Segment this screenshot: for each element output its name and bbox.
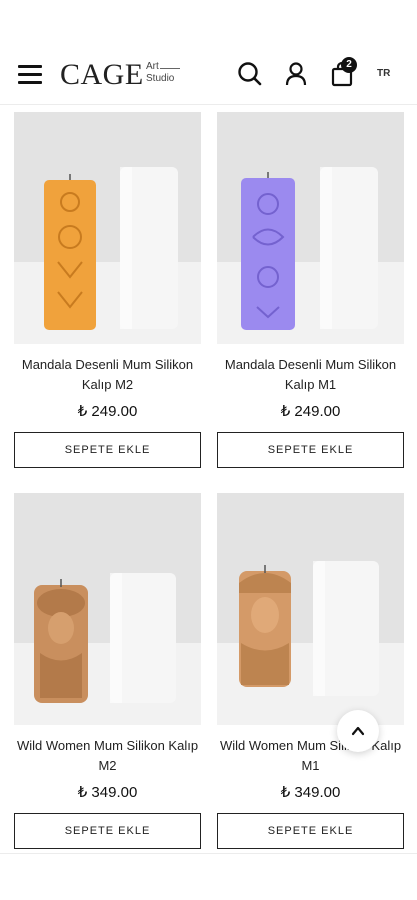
product-title[interactable]: Mandala Desenli Mum Silikon Kalıp M1 (217, 355, 404, 395)
logo-subtext-art: Art (146, 61, 159, 72)
cart-count-badge: 2 (341, 57, 357, 73)
logo-text: CAGE (60, 58, 144, 91)
add-to-cart-button[interactable]: SEPETE EKLE (14, 432, 201, 468)
logo-rule (160, 68, 180, 69)
site-header: CAGE Art Studio 2 TR (0, 0, 417, 105)
product-title[interactable]: Mandala Desenli Mum Silikon Kalıp M2 (14, 355, 201, 395)
logo-subtext-studio: Studio (146, 73, 175, 84)
product-price: ₺ 249.00 (77, 403, 138, 420)
search-icon[interactable] (236, 60, 264, 88)
product-image[interactable] (14, 493, 201, 725)
language-selector[interactable]: TR (377, 68, 390, 79)
hamburger-menu-icon[interactable] (18, 65, 42, 85)
product-price: ₺ 349.00 (280, 784, 341, 801)
chevron-up-icon (351, 726, 365, 736)
add-to-cart-button[interactable]: SEPETE EKLE (217, 813, 404, 849)
product-title[interactable]: Wild Women Mum Silikon Kalıp M2 (14, 736, 201, 776)
add-to-cart-button[interactable]: SEPETE EKLE (217, 432, 404, 468)
product-title[interactable]: Wild Women Mum Silikon Kalıp M1 (217, 736, 404, 776)
add-to-cart-button[interactable]: SEPETE EKLE (14, 813, 201, 849)
product-price: ₺ 249.00 (280, 403, 341, 420)
user-icon[interactable] (282, 60, 310, 88)
product-image[interactable] (217, 493, 404, 725)
product-image[interactable] (217, 112, 404, 344)
product-price: ₺ 349.00 (77, 784, 138, 801)
divider (0, 853, 417, 854)
product-image[interactable] (14, 112, 201, 344)
scroll-to-top-button[interactable] (337, 710, 379, 752)
